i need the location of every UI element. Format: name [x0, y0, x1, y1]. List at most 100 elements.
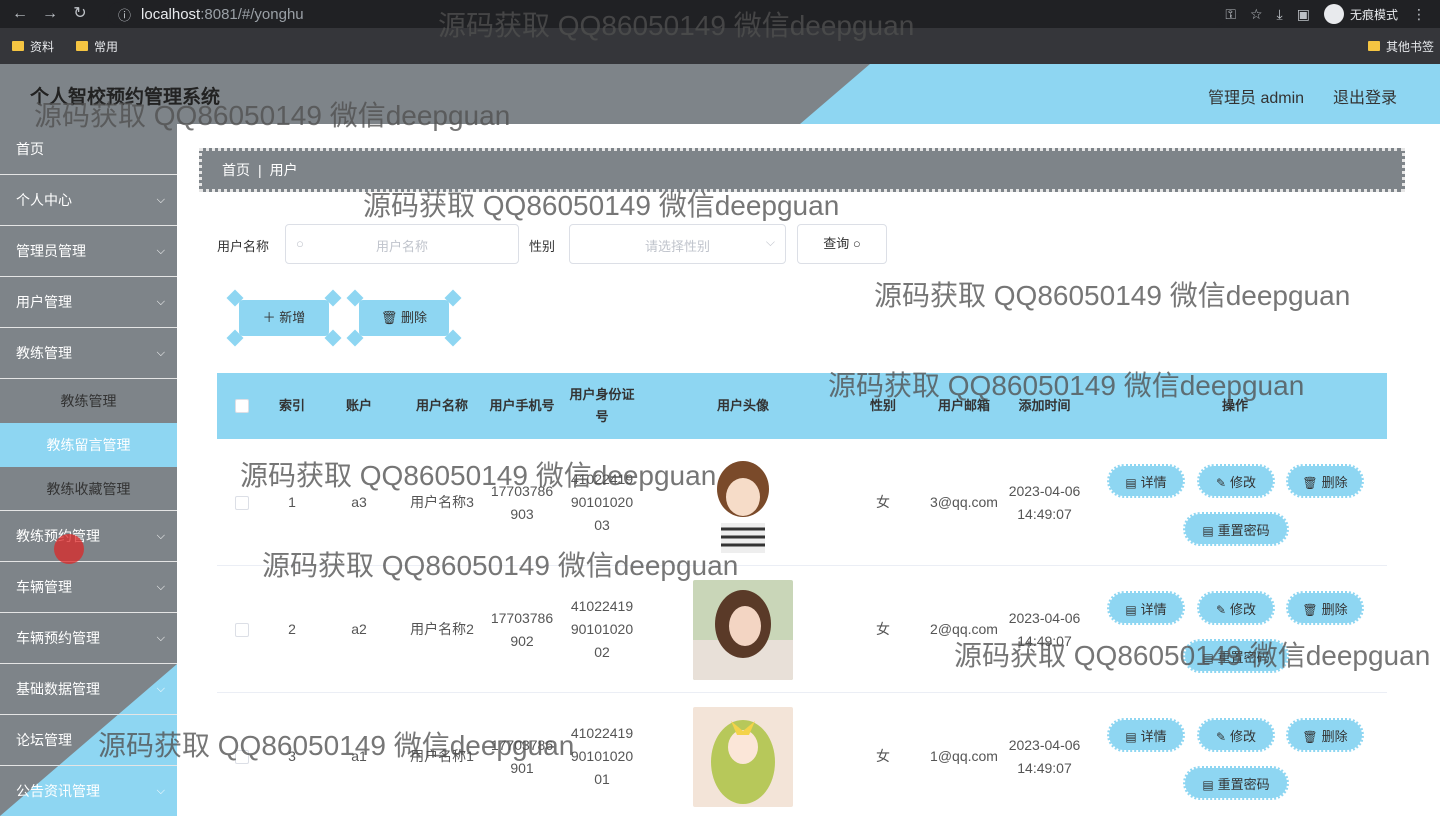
- url-path: :8081/#/yonghu: [200, 5, 304, 23]
- sidebar: 首页个人中心 ⌵ 管理员管理 ⌵ 用户管理 ⌵ 教练管理 ⌵ 教练管理 教练留言管理 教练收藏管理…: [0, 124, 177, 816]
- edit-button[interactable]: ✎ 修改: [1197, 464, 1275, 498]
- table-row: 3 a1 用户名称1 17703786901 410224199010102001 女 1@…: [217, 693, 1387, 816]
- cell-idcard: 410224199010102001: [570, 725, 634, 787]
- sidebar-item-label: 公告资讯管理: [16, 783, 100, 799]
- bookmark-folder[interactable]: 常用: [76, 38, 118, 55]
- pencil-icon: ✎: [1215, 603, 1227, 617]
- trash-icon: 🗑: [1302, 730, 1318, 744]
- chevron-down-icon: ⌵: [156, 245, 165, 257]
- cell-gender: 女: [876, 494, 890, 510]
- other-bookmarks[interactable]: 其他书签: [1367, 28, 1434, 64]
- main-content: 首页 | 用户 用户名称 ○ 用户名称 性别 请选择性别 ⌵ 查询 ○ ＋ 新增…: [177, 124, 1440, 816]
- sidebar-item-label: 管理员管理: [16, 243, 86, 259]
- name-search-input[interactable]: ○ 用户名称: [285, 224, 519, 264]
- name-search-label: 用户名称: [217, 239, 270, 254]
- chevron-down-icon: ⌵: [765, 235, 775, 249]
- sidebar-item-label: 基础数据管理: [16, 681, 100, 697]
- row-delete-button[interactable]: 🗑 删除: [1286, 718, 1364, 752]
- address-bar[interactable]: ⓘ localhost:8081/#/yonghu: [108, 2, 1228, 26]
- delete-label: 删除: [401, 310, 428, 325]
- star-icon[interactable]: ☆: [1250, 6, 1263, 23]
- batch-delete-button[interactable]: 🗑 删除: [346, 289, 462, 347]
- sidebar-item-label: 首页: [16, 141, 44, 157]
- row-delete-button-label: 删除: [1321, 729, 1348, 744]
- menu-icon[interactable]: ⋮: [1412, 6, 1426, 23]
- back-icon[interactable]: ←: [10, 4, 30, 24]
- edit-button[interactable]: ✎ 修改: [1197, 718, 1275, 752]
- header-operations: 操作: [1221, 398, 1248, 413]
- sidepanel-icon[interactable]: ▣: [1297, 6, 1310, 23]
- detail-button-label: 详情: [1140, 602, 1167, 617]
- plus-icon: ＋: [262, 310, 280, 325]
- sidebar-subitem[interactable]: 教练管理: [0, 379, 177, 423]
- info-icon[interactable]: ⓘ: [118, 5, 131, 24]
- sidebar-subitem[interactable]: 教练收藏管理: [0, 467, 177, 511]
- reset-password-button[interactable]: ▤ 重置密码: [1183, 639, 1289, 673]
- row-delete-button[interactable]: 🗑 删除: [1286, 591, 1364, 625]
- detail-button[interactable]: ▤ 详情: [1107, 718, 1185, 752]
- incognito-indicator[interactable]: 无痕模式: [1323, 4, 1398, 24]
- cell-name: 用户名称2: [410, 621, 474, 637]
- sidebar-item[interactable]: 个人中心 ⌵: [0, 175, 177, 226]
- sidebar-item[interactable]: 首页: [0, 124, 177, 175]
- document-icon: ▤: [1125, 603, 1137, 617]
- header-name: 用户名称: [415, 398, 468, 413]
- chevron-down-icon: ⌵: [156, 347, 165, 359]
- detail-button[interactable]: ▤ 详情: [1107, 591, 1185, 625]
- chevron-down-icon: ⌵: [156, 632, 165, 644]
- incognito-label: 无痕模式: [1349, 7, 1398, 22]
- logout-link[interactable]: 退出登录: [1333, 84, 1397, 108]
- query-button[interactable]: 查询 ○: [797, 224, 887, 264]
- forward-icon[interactable]: →: [40, 4, 60, 24]
- cell-email: 1@qq.com: [930, 748, 998, 764]
- cell-account: a1: [351, 748, 367, 764]
- select-all-checkbox[interactable]: [235, 399, 249, 413]
- reset-password-button[interactable]: ▤ 重置密码: [1183, 766, 1289, 800]
- download-icon[interactable]: ⤓: [1277, 6, 1283, 23]
- document-icon: ▤: [1125, 730, 1137, 744]
- sidebar-item[interactable]: 论坛管理 ⌵: [0, 715, 177, 766]
- cell-phone: 17703786901: [490, 736, 554, 776]
- reset-password-button-label: 重置密码: [1217, 650, 1270, 665]
- bookmark-folder[interactable]: 资料: [12, 38, 54, 55]
- reset-password-button[interactable]: ▤ 重置密码: [1183, 512, 1289, 546]
- row-checkbox[interactable]: [235, 496, 249, 510]
- sidebar-item[interactable]: 教练预约管理 ⌵: [0, 511, 177, 562]
- sidebar-item[interactable]: 管理员管理 ⌵: [0, 226, 177, 277]
- row-checkbox[interactable]: [235, 750, 249, 764]
- chevron-down-icon: ⌵: [156, 785, 165, 797]
- bookmark-label: 常用: [94, 39, 119, 54]
- sidebar-item[interactable]: 公告资讯管理 ⌵: [0, 766, 177, 816]
- sidebar-item[interactable]: 基础数据管理 ⌵: [0, 664, 177, 715]
- sidebar-item-label: 车辆预约管理: [16, 630, 100, 646]
- reload-icon[interactable]: ↻: [70, 4, 90, 24]
- cell-avatar: [693, 439, 793, 566]
- trash-icon: 🗑: [1302, 603, 1318, 617]
- document-icon: ▤: [1202, 778, 1214, 792]
- breadcrumb-current: 用户: [269, 162, 298, 178]
- sidebar-item[interactable]: 车辆预约管理 ⌵: [0, 613, 177, 664]
- cell-name: 用户名称3: [410, 494, 474, 510]
- cell-phone: 17703786903: [490, 482, 554, 522]
- gender-select[interactable]: 请选择性别 ⌵: [569, 224, 786, 264]
- document-icon: ▤: [1202, 651, 1214, 665]
- header-avatar: 用户头像: [716, 398, 769, 413]
- sidebar-item[interactable]: 用户管理 ⌵: [0, 277, 177, 328]
- chevron-down-icon: ⌵: [156, 683, 165, 695]
- sidebar-item-label: 论坛管理: [16, 732, 72, 748]
- detail-button-label: 详情: [1140, 729, 1167, 744]
- sidebar-item[interactable]: 车辆管理 ⌵: [0, 562, 177, 613]
- sidebar-subitem[interactable]: 教练留言管理: [0, 423, 177, 467]
- row-delete-button[interactable]: 🗑 删除: [1286, 464, 1364, 498]
- detail-button[interactable]: ▤ 详情: [1107, 464, 1185, 498]
- edit-button[interactable]: ✎ 修改: [1197, 591, 1275, 625]
- cell-idcard: 410224199010102003: [570, 471, 634, 533]
- cell-email: 3@qq.com: [930, 494, 998, 510]
- breadcrumb-home[interactable]: 首页: [222, 160, 250, 180]
- add-button[interactable]: ＋ 新增: [226, 289, 342, 347]
- key-icon[interactable]: ⚿: [1225, 6, 1236, 23]
- cell-email: 2@qq.com: [930, 621, 998, 637]
- sidebar-item[interactable]: 教练管理 ⌵: [0, 328, 177, 379]
- row-checkbox[interactable]: [235, 623, 249, 637]
- row-delete-button-label: 删除: [1321, 475, 1348, 490]
